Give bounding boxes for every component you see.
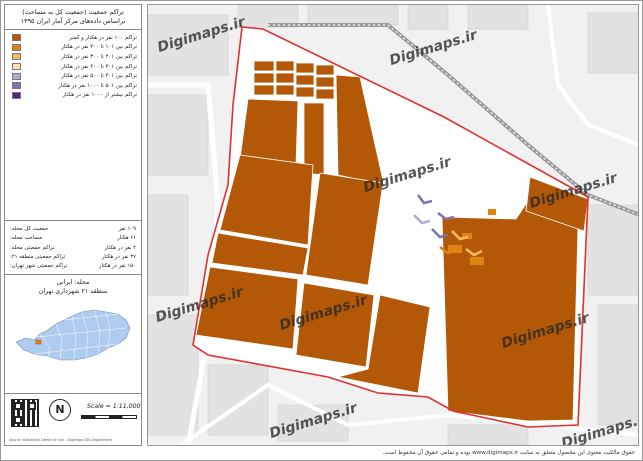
stat-row: مساحت محله: ۶۱ هکتار [5, 234, 141, 243]
north-arrow-icon: N [49, 399, 71, 421]
stat-row: تراکم جمعیتی شهر تهران: ۱۵۰ نفر در هکتار [5, 262, 141, 271]
block [275, 84, 295, 96]
legend-panel: تراکم جمعیت (جمعیت کل به مساحت) براساس د… [4, 4, 142, 446]
block [253, 72, 275, 84]
legend-swatch [12, 53, 21, 61]
legend-label: تراکم بین ۲۰۱ تا ۳۰۰ نفر در هکتار [61, 53, 137, 60]
stat-value: ۶۱ هکتار [117, 235, 136, 242]
legend-swatch [12, 63, 21, 71]
block [253, 60, 275, 72]
legend-title: تراکم جمعیت (جمعیت کل به مساحت) [22, 8, 124, 16]
map-info-footer: N Scale = 1:11,000 Source: Statistical C… [5, 393, 141, 445]
stat-label: تراکم جمعیتی شهر تهران: [10, 263, 68, 270]
block [295, 86, 315, 98]
divider [5, 220, 141, 222]
legend-label: تراکم بیشتر از ۱۰۰۰ نفر در هکتار [62, 92, 137, 99]
legend-list: تراکم ۱۰۰ نفر در هکتار و کمتر تراکم بین ۱… [5, 33, 141, 100]
tehran-districts-shape [15, 309, 131, 361]
stat-label: جمعیت کل محله: [10, 225, 49, 232]
stat-value: ۳۷ نفر در هکتار [101, 254, 136, 261]
legend-item: تراکم بین ۲۰۱ تا ۳۰۰ نفر در هکتار [5, 52, 141, 62]
stat-value: ۱۵۰ نفر در هکتار [98, 263, 136, 270]
map-canvas[interactable]: Digimaps.ir Digimaps.ir Digimaps.ir Digi… [147, 4, 639, 446]
block [295, 282, 375, 368]
legend-item: تراکم ۱۰۰ نفر در هکتار و کمتر [5, 33, 141, 43]
block [315, 76, 335, 88]
stat-row: تراکم جمعیتی محله: ۲ نفر در هکتار [5, 243, 141, 252]
source-note: Source: Statistical Center of Iran - Dig… [9, 438, 112, 442]
mantaghe-name: منطقه ۲۱ شهرداری تهران [38, 288, 108, 296]
legend-swatch [12, 43, 21, 51]
stat-label: تراکم جمعیتی منطقه ۲۱: [10, 254, 66, 261]
legend-item: تراکم بیشتر از ۱۰۰۰ نفر در هکتار [5, 91, 141, 101]
legend-swatch [12, 34, 21, 42]
location-marker [35, 339, 42, 345]
block [275, 60, 295, 72]
legend-swatch [12, 91, 21, 99]
stat-row: تراکم جمعیتی منطقه ۲۱: ۳۷ نفر در هکتار [5, 252, 141, 261]
block [195, 266, 299, 350]
legend-label: تراکم بین ۳۰۱ تا ۴۰۰ نفر در هکتار [61, 63, 137, 70]
map-svg [148, 5, 638, 445]
stat-value: ۲ نفر در هکتار [104, 244, 136, 251]
block [239, 98, 299, 166]
legend-item: تراکم بین ۳۰۱ تا ۴۰۰ نفر در هکتار [5, 62, 141, 72]
legend-item: تراکم بین ۵۰۱ تا ۱۰۰۰ نفر در هکتار [5, 81, 141, 91]
small-block [488, 209, 496, 215]
legend-swatch [12, 82, 21, 90]
copyright-bar: حقوق مالکیت معنوی این محصول متعلق به سای… [382, 450, 635, 456]
legend-label: تراکم ۱۰۰ نفر در هکتار و کمتر [69, 34, 137, 41]
block [253, 84, 275, 96]
block [275, 72, 295, 84]
stats-list: جمعیت کل محله: ۱۰۹ نفر مساحت محله: ۶۱ هکتار… [5, 224, 141, 271]
legend-label: تراکم بین ۱۰۱ تا ۲۰۰ نفر در هکتار [61, 44, 137, 51]
legend-label: تراکم بین ۴۰۱ تا ۵۰۰ نفر در هکتار [61, 73, 137, 80]
legend-swatch [12, 72, 21, 80]
divider [5, 274, 141, 276]
legend-item: تراکم بین ۱۰۱ تا ۲۰۰ نفر در هکتار [5, 43, 141, 53]
legend-label: تراکم بین ۵۰۱ تا ۱۰۰۰ نفر در هکتار [58, 82, 137, 89]
scale-label: Scale = 1:11,000 [87, 403, 141, 410]
qr-code-icon [11, 399, 39, 427]
stat-row: جمعیت کل محله: ۱۰۹ نفر [5, 224, 141, 233]
inset-svg [15, 309, 131, 361]
small-block [470, 257, 484, 265]
tehran-inset-map [10, 298, 136, 367]
block [315, 64, 335, 76]
divider [5, 29, 141, 30]
legend-item: تراکم بین ۴۰۱ تا ۵۰۰ نفر در هکتار [5, 71, 141, 81]
stat-label: تراکم جمعیتی محله: [10, 244, 55, 251]
legend-subtitle: براساس داده‌های مرکز آمار ایران ۱۳۹۵ [20, 17, 126, 25]
mahalleh-name: محله: ایرانی [56, 279, 90, 287]
block [295, 62, 315, 74]
block [315, 88, 335, 100]
scale-bar [81, 415, 137, 419]
block [295, 74, 315, 86]
stat-value: ۱۰۹ نفر [118, 225, 136, 232]
stat-label: مساحت محله: [10, 235, 42, 242]
